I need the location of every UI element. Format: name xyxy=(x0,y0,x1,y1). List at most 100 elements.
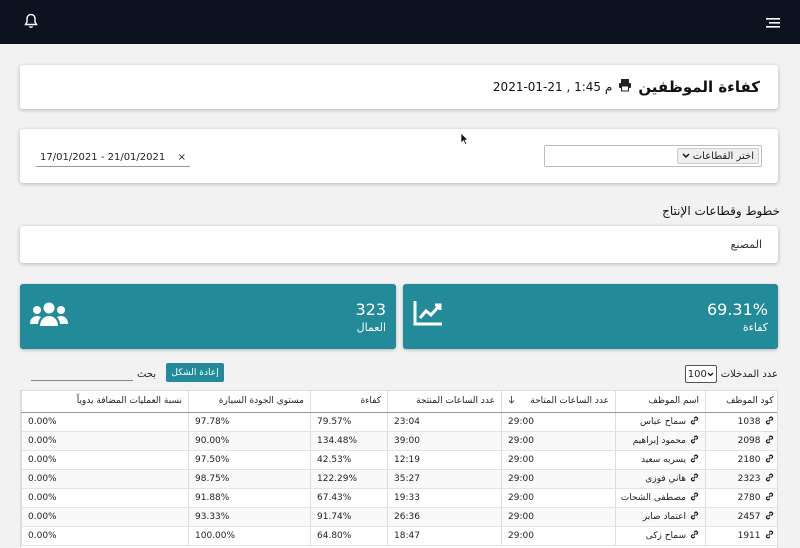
link-icon[interactable] xyxy=(765,511,774,523)
link-icon[interactable] xyxy=(690,530,699,542)
cell-employee-name: هاني فوزى xyxy=(615,469,706,489)
link-icon[interactable] xyxy=(690,492,699,504)
sector-dropdown-button[interactable]: اختر القطاعات xyxy=(676,148,759,164)
clear-date-icon[interactable]: × xyxy=(178,152,186,163)
cell-quality-level: 91.88% xyxy=(188,488,311,508)
cell-quality-level: 100.00% xyxy=(188,526,311,546)
date-range-picker[interactable]: 17/01/2021 - 21/01/2021 × xyxy=(36,149,190,167)
cell-text: 1911 xyxy=(737,530,761,541)
cell-text: سماح زكى xyxy=(645,530,686,541)
cell-efficiency: 122.29% xyxy=(310,469,388,489)
table-row: 2457 اعتماد صابر 29:00 26:36 91.74% 93.33% 0.0… xyxy=(21,507,777,527)
cell-manual-operations: 0.00% xyxy=(21,412,189,432)
page-title: كفاءة الموظفين xyxy=(638,77,760,96)
table-row: 2323 هاني فوزى 29:00 35:27 122.29% 98.75% 0.00… xyxy=(21,469,777,489)
cell-available-hours: 29:00 xyxy=(501,431,616,451)
link-icon[interactable] xyxy=(765,492,774,504)
cell-efficiency: 79.57% xyxy=(310,412,388,432)
factory-card[interactable]: المصنع xyxy=(20,226,778,263)
reset-layout-button[interactable]: إعادة الشكل xyxy=(166,363,224,382)
header-available-hours[interactable]: عدد الساعات المتاحة xyxy=(501,391,616,413)
link-icon[interactable] xyxy=(690,511,699,523)
filter-card: اختر القطاعات 17/01/2021 - 21/01/2021 × xyxy=(20,129,778,183)
cell-employee-name: مصطفى الشحات xyxy=(615,488,706,508)
cell-available-hours: 29:00 xyxy=(501,469,616,489)
cell-text: سماح عباس xyxy=(640,416,686,427)
sector-select-label: اختر القطاعات xyxy=(692,150,754,162)
factory-label: المصنع xyxy=(730,238,762,251)
cell-quality-level: 97.50% xyxy=(188,450,311,470)
cell-text: 2780 xyxy=(737,492,761,503)
table-row: 2780 مصطفى الشحات 29:00 19:33 67.43% 91.88% 0.… xyxy=(21,488,777,508)
header-quality-level[interactable]: مستوي الجودة السيارة xyxy=(188,391,311,413)
cell-quality-level: 90.00% xyxy=(188,431,311,451)
cell-employee-name: محمود إبراهيم xyxy=(615,431,706,451)
cell-manual-operations: 0.00% xyxy=(21,507,189,527)
header-produced-hours[interactable]: عدد الساعات المنتجة xyxy=(387,391,502,413)
link-icon[interactable] xyxy=(765,416,774,428)
cell-employee-name: يسريه سعيد xyxy=(615,450,706,470)
table-row: 2180 يسريه سعيد 29:00 12:19 42.53% 97.50% 0.00… xyxy=(21,450,777,470)
table-header-row: كود الموظف اسم الموظف عدد الساعات المتاح… xyxy=(21,391,777,413)
cell-quality-level: 93.33% xyxy=(188,507,311,527)
search-label: بحث xyxy=(137,369,157,380)
cell-employee-code: 2457 xyxy=(705,507,777,527)
header-available-hours-label: عدد الساعات المتاحة xyxy=(530,396,609,407)
cell-text: هاني فوزى xyxy=(645,473,686,484)
cell-produced-hours: 19:33 xyxy=(387,488,502,508)
cell-employee-code: 2323 xyxy=(705,469,777,489)
header-efficiency[interactable]: كفاءة xyxy=(310,391,388,413)
link-icon[interactable] xyxy=(765,473,774,485)
cell-text: مصطفى الشحات xyxy=(620,492,686,503)
cell-text: 2098 xyxy=(737,435,761,446)
header-employee-name[interactable]: اسم الموظف xyxy=(615,391,706,413)
cell-available-hours: 29:00 xyxy=(501,507,616,527)
header-employee-code[interactable]: كود الموظف xyxy=(705,391,777,413)
search-input[interactable] xyxy=(31,367,133,381)
entries-select[interactable]: 100 xyxy=(684,365,717,383)
cell-efficiency: 91.74% xyxy=(310,507,388,527)
link-icon[interactable] xyxy=(765,435,774,447)
table-row: 2098 محمود إبراهيم 29:00 39:00 134.48% 90.00%… xyxy=(21,431,777,451)
cell-text: 2457 xyxy=(737,511,761,522)
users-icon xyxy=(30,300,68,332)
cell-text: 2323 xyxy=(737,473,761,484)
sector-select[interactable]: اختر القطاعات xyxy=(544,145,762,167)
printer-icon[interactable] xyxy=(618,77,632,96)
link-icon[interactable] xyxy=(765,530,774,542)
header-manual-operations[interactable]: نسبة العمليات المضافة يدوياً xyxy=(21,391,189,413)
workers-label: العمال xyxy=(356,321,386,334)
cell-efficiency: 134.48% xyxy=(310,431,388,451)
link-icon[interactable] xyxy=(690,473,699,485)
link-icon[interactable] xyxy=(690,416,699,428)
cell-text: 1038 xyxy=(737,416,761,427)
efficiency-label: كفاءة xyxy=(742,321,768,334)
cell-available-hours: 29:00 xyxy=(501,412,616,432)
sort-down-icon xyxy=(508,395,515,407)
hamburger-menu-icon[interactable] xyxy=(766,14,780,33)
cell-available-hours: 29:00 xyxy=(501,526,616,546)
bell-icon[interactable] xyxy=(24,13,38,33)
link-icon[interactable] xyxy=(690,435,699,447)
entries-control: عدد المدخلات 100 xyxy=(684,365,778,383)
link-icon[interactable] xyxy=(765,454,774,466)
section-title: خطوط وقطاعات الإنتاج xyxy=(662,204,780,218)
cell-quality-level: 97.78% xyxy=(188,412,311,432)
cell-employee-code: 2780 xyxy=(705,488,777,508)
efficiency-value: 69.31% xyxy=(706,300,768,319)
mouse-cursor-icon xyxy=(460,130,469,149)
cell-available-hours: 29:00 xyxy=(501,488,616,508)
cell-produced-hours: 39:00 xyxy=(387,431,502,451)
cell-employee-name: سماح عباس xyxy=(615,412,706,432)
cell-employee-code: 1038 xyxy=(705,412,777,432)
workers-stat-card: 323 العمال xyxy=(20,284,396,349)
cell-produced-hours: 35:27 xyxy=(387,469,502,489)
cell-employee-name: سماح زكى xyxy=(615,526,706,546)
cell-manual-operations: 0.00% xyxy=(21,450,189,470)
cell-text: اعتماد صابر xyxy=(642,511,686,522)
link-icon[interactable] xyxy=(690,454,699,466)
cell-available-hours: 29:00 xyxy=(501,450,616,470)
cell-manual-operations: 0.00% xyxy=(21,526,189,546)
cell-manual-operations: 0.00% xyxy=(21,469,189,489)
cell-manual-operations: 0.00% xyxy=(21,431,189,451)
